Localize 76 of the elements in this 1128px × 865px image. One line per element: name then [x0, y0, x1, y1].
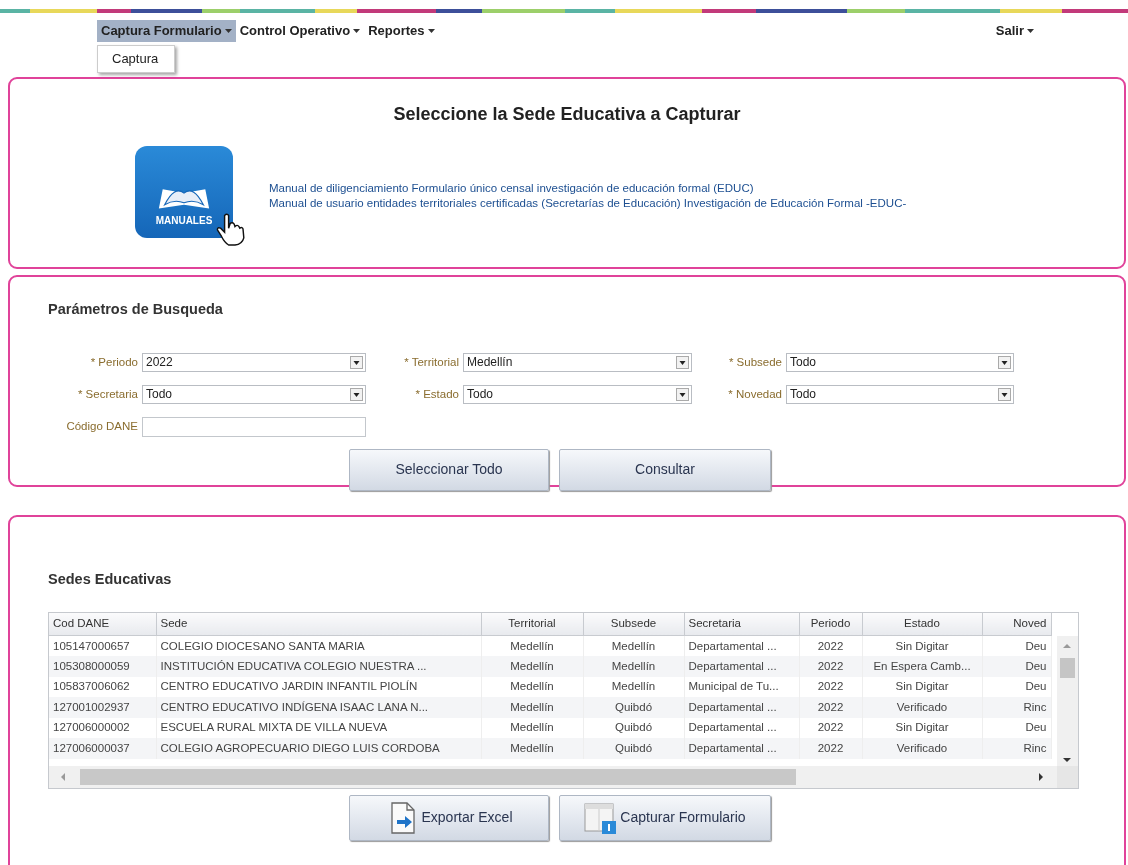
- column-header[interactable]: Periodo: [799, 612, 862, 636]
- column-header[interactable]: Noved: [982, 612, 1051, 636]
- caret-icon: [427, 29, 435, 33]
- table-cell: Verificado: [862, 738, 982, 759]
- logout-menu[interactable]: Salir: [991, 20, 1038, 42]
- table-cell: Departamental ...: [684, 697, 799, 718]
- column-header[interactable]: Secretaria: [684, 612, 799, 636]
- table-cell: Departamental ...: [684, 656, 799, 677]
- column-header[interactable]: Subsede: [583, 612, 684, 636]
- table-cell: Rinc: [982, 738, 1051, 759]
- manuals-icon[interactable]: MANUALES: [135, 146, 233, 238]
- table-cell: En Espera Camb...: [862, 656, 982, 677]
- menu-item[interactable]: Control Operativo: [235, 20, 365, 42]
- table-cell: Rinc: [982, 697, 1051, 718]
- page-title: Seleccione la Sede Educativa a Capturar: [392, 103, 742, 126]
- scroll-right-icon: [1037, 772, 1045, 781]
- dropdown-field[interactable]: 2022: [142, 352, 366, 372]
- horizontal-scrollbar[interactable]: [49, 765, 1059, 788]
- pointer-hand-icon: [215, 212, 247, 246]
- scroll-left-icon: [59, 772, 67, 781]
- column-header[interactable]: Territorial: [481, 612, 583, 636]
- table-cell: Quibdó: [583, 697, 684, 718]
- text-input-field[interactable]: [142, 416, 366, 437]
- menu-item[interactable]: Captura Formulario: [97, 20, 236, 42]
- action-button[interactable]: Exportar Excel: [349, 794, 549, 841]
- field-label: * Periodo: [89, 354, 138, 370]
- caret-icon: [224, 29, 232, 33]
- field-label: * Novedad: [727, 386, 782, 402]
- table-cell: COLEGIO AGROPECUARIO DIEGO LUIS CORDOBA: [156, 738, 481, 759]
- table-cell: Departamental ...: [684, 738, 799, 759]
- table-cell: 2022: [799, 697, 862, 718]
- action-button[interactable]: Capturar Formulario: [559, 794, 771, 841]
- form-window-icon: [584, 800, 619, 835]
- menu-item[interactable]: Reportes: [364, 20, 439, 42]
- action-button[interactable]: Consultar: [559, 448, 771, 491]
- table-cell: Medellín: [481, 738, 583, 759]
- table-cell: Quibdó: [583, 738, 684, 759]
- dropdown-field[interactable]: Todo: [786, 384, 1014, 404]
- vertical-scrollbar[interactable]: [1057, 635, 1078, 768]
- table-cell: INSTITUCIÓN EDUCATIVA COLEGIO NUESTRA ...: [156, 656, 481, 677]
- scroll-up-icon: [1063, 641, 1071, 650]
- dropdown-field[interactable]: Medellín: [463, 352, 692, 372]
- scrollbar-thumb[interactable]: [80, 768, 796, 785]
- column-header[interactable]: Cod DANE: [49, 612, 156, 636]
- field-label: * Secretaria: [76, 386, 138, 402]
- table-cell: 105308000059: [49, 656, 156, 677]
- field-label: * Territorial: [403, 354, 459, 370]
- caret-icon: [1027, 29, 1034, 33]
- section-title: Parámetros de Busqueda: [48, 300, 224, 319]
- manual-link[interactable]: Manual de usuario entidades territoriales certificadas (Secretarías de Educación) Investigación de Educación Formal -EDUC-: [269, 196, 907, 211]
- dropdown-field[interactable]: Todo: [142, 384, 366, 404]
- dropdown-field[interactable]: Todo: [463, 384, 692, 404]
- table-cell: Verificado: [862, 697, 982, 718]
- field-label: * Subsede: [727, 354, 782, 370]
- table-cell: Deu: [982, 656, 1051, 677]
- manual-link[interactable]: Manual de diligenciamiento Formulario único censal investigación de educación formal (EDUC): [269, 181, 907, 196]
- table-cell: Medellín: [481, 656, 583, 677]
- column-header[interactable]: Estado: [862, 612, 982, 636]
- section-title: Sedes Educativas: [48, 570, 173, 589]
- table-cell: 127006000037: [49, 738, 156, 759]
- table-cell: Medellín: [481, 697, 583, 718]
- field-label: Código DANE: [65, 419, 138, 435]
- caret-icon: [353, 29, 361, 33]
- scrollbar-corner: [1057, 765, 1078, 788]
- scrollbar-thumb[interactable]: [1060, 657, 1075, 678]
- action-button[interactable]: Seleccionar Todo: [349, 448, 549, 491]
- table-cell: CENTRO EDUCATIVO INDÍGENA ISAAC LANA N...: [156, 697, 481, 718]
- table-cell: 2022: [799, 738, 862, 759]
- dropdown-item[interactable]: Captura: [97, 45, 176, 73]
- column-header[interactable]: Sede: [156, 612, 481, 636]
- scroll-down-icon: [1063, 755, 1071, 764]
- field-label: * Estado: [414, 386, 459, 402]
- table-cell: Medellín: [583, 656, 684, 677]
- dropdown-field[interactable]: Todo: [786, 352, 1014, 372]
- table-cell: 127001002937: [49, 697, 156, 718]
- table-cell: 2022: [799, 656, 862, 677]
